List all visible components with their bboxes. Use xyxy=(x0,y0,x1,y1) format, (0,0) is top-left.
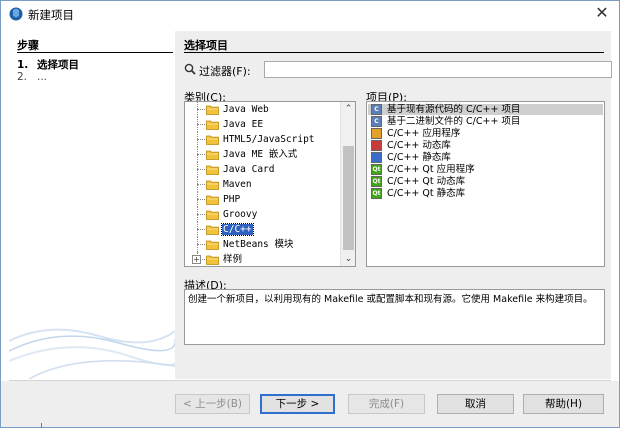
categories-tree[interactable]: Java Web Java EE HTML5/JavaScript Java ME 嵌… xyxy=(184,101,356,267)
qt-static-lib-icon: Qt xyxy=(371,188,382,199)
project-label: C/C++ 应用程序 xyxy=(387,128,461,139)
finish-button[interactable]: 完成(F) xyxy=(348,394,425,414)
project-item[interactable]: C/C++ 应用程序 xyxy=(368,128,603,139)
category-item[interactable]: Java EE xyxy=(185,117,340,132)
category-label: PHP xyxy=(223,194,241,205)
category-item[interactable]: Maven xyxy=(185,177,340,192)
step-label: ... xyxy=(37,71,48,83)
project-item[interactable]: C 基于现有源代码的 C/C++ 项目 xyxy=(368,104,603,115)
category-label: Groovy xyxy=(223,209,258,220)
category-item[interactable]: Java ME 嵌入式 xyxy=(185,147,340,162)
category-item[interactable]: Java Card xyxy=(185,162,340,177)
project-label: C/C++ 静态库 xyxy=(387,152,451,163)
category-label: Maven xyxy=(223,179,252,190)
project-item[interactable]: Qt C/C++ Qt 静态库 xyxy=(368,188,603,199)
project-label: C/C++ Qt 静态库 xyxy=(387,188,466,199)
folder-icon xyxy=(206,180,219,190)
category-label: Java ME 嵌入式 xyxy=(223,149,298,160)
project-label: 基于现有源代码的 C/C++ 项目 xyxy=(387,104,521,115)
category-label: C/C++ xyxy=(221,223,254,236)
project-label: C/C++ Qt 应用程序 xyxy=(387,164,475,175)
category-label: HTML5/JavaScript xyxy=(223,134,315,145)
cpp-source-icon: C xyxy=(371,104,382,115)
scrollbar-thumb[interactable] xyxy=(343,146,354,250)
category-item[interactable]: HTML5/JavaScript xyxy=(185,132,340,147)
chevron-down-icon: ⌄ xyxy=(344,254,353,264)
cpp-app-icon xyxy=(371,128,382,139)
previous-button[interactable]: < 上一步(B) xyxy=(175,394,250,414)
cpp-binary-icon: C xyxy=(371,116,382,127)
filter-label: 过滤器(F): xyxy=(199,65,251,78)
category-item[interactable]: NetBeans 模块 xyxy=(185,237,340,252)
project-label: C/C++ Qt 动态库 xyxy=(387,176,466,187)
help-button[interactable]: 帮助(H) xyxy=(523,394,604,414)
folder-icon xyxy=(206,135,219,145)
project-label: 基于二进制文件的 C/C++ 项目 xyxy=(387,116,521,127)
search-icon xyxy=(184,63,196,75)
project-item[interactable]: C 基于二进制文件的 C/C++ 项目 xyxy=(368,116,603,127)
category-label: Java EE xyxy=(223,119,264,130)
filter-input[interactable] xyxy=(264,61,612,78)
categories-list: Java Web Java EE HTML5/JavaScript Java ME 嵌… xyxy=(185,102,340,266)
scroll-up-arrow[interactable]: ⌃ xyxy=(341,102,355,116)
project-item[interactable]: C/C++ 动态库 xyxy=(368,140,603,151)
steps-panel: 步骤 1. 选择项目 2.... xyxy=(9,31,175,379)
step-number: 2. xyxy=(17,71,28,83)
folder-icon xyxy=(206,150,219,160)
window-title: 新建项目 xyxy=(28,8,74,22)
expand-icon[interactable]: + xyxy=(192,255,201,264)
folder-icon xyxy=(206,120,219,130)
page-title: 选择项目 xyxy=(184,39,228,52)
project-item[interactable]: Qt C/C++ Qt 动态库 xyxy=(368,176,603,187)
divider xyxy=(17,52,173,53)
folder-icon xyxy=(206,240,219,250)
close-icon: ✕ xyxy=(595,3,609,22)
project-item[interactable]: Qt C/C++ Qt 应用程序 xyxy=(368,164,603,175)
category-label: Java Web xyxy=(223,104,269,115)
folder-icon xyxy=(206,165,219,175)
projects-list[interactable]: C 基于现有源代码的 C/C++ 项目 C 基于二进制文件的 C/C++ 项目 C/C+… xyxy=(366,101,605,267)
category-label: Java Card xyxy=(223,164,275,175)
category-item[interactable]: C/C++ xyxy=(185,222,340,237)
main-panel: 选择项目 过滤器(F): 类别(C): 项目(P): Java Web Java … xyxy=(175,31,612,379)
decorative-wave-graphic xyxy=(9,328,175,379)
folder-icon xyxy=(206,195,219,205)
chevron-up-icon: ⌃ xyxy=(344,104,353,114)
description-text: 创建一个新项目，以利用现有的 Makefile 或配置脚本和现有源。它使用 Ma… xyxy=(184,289,605,345)
category-item[interactable]: PHP xyxy=(185,192,340,207)
project-item[interactable]: C/C++ 静态库 xyxy=(368,152,603,163)
netbeans-logo-icon xyxy=(9,7,23,21)
categories-scrollbar[interactable]: ⌃ ⌄ xyxy=(340,102,355,266)
new-project-dialog: 新建项目 ✕ 步骤 1. 选择项目 2.... 选择项目 过滤器(F): 类别(C… xyxy=(0,0,620,428)
qt-dynamic-lib-icon: Qt xyxy=(371,176,382,187)
folder-icon xyxy=(206,225,219,235)
folder-icon xyxy=(206,105,219,115)
next-button[interactable]: 下一步 > xyxy=(260,394,335,414)
category-item[interactable]: + 样例 xyxy=(185,252,340,266)
button-bar: < 上一步(B) 下一步 > 完成(F) 取消 帮助(H) xyxy=(1,381,619,427)
scroll-down-arrow[interactable]: ⌄ xyxy=(341,252,355,266)
step-label: 选择项目 xyxy=(37,59,79,71)
filter-row: 过滤器(F): xyxy=(184,61,612,79)
cancel-button[interactable]: 取消 xyxy=(437,394,514,414)
steps-heading: 步骤 xyxy=(17,39,39,52)
project-label: C/C++ 动态库 xyxy=(387,140,451,151)
step-item-2: 2.... xyxy=(17,72,79,83)
divider xyxy=(41,423,42,428)
qt-app-icon: Qt xyxy=(371,164,382,175)
category-label: 样例 xyxy=(223,254,243,265)
cpp-static-lib-icon xyxy=(371,152,382,163)
steps-list: 1. 选择项目 2.... xyxy=(17,59,79,83)
category-item[interactable]: Groovy xyxy=(185,207,340,222)
category-label: NetBeans 模块 xyxy=(223,239,294,250)
title-bar: 新建项目 ✕ xyxy=(1,1,619,27)
category-item[interactable]: Java Web xyxy=(185,102,340,117)
close-button[interactable]: ✕ xyxy=(585,1,619,27)
divider xyxy=(184,52,604,53)
cpp-dynamic-lib-icon xyxy=(371,140,382,151)
folder-icon xyxy=(206,210,219,220)
folder-icon xyxy=(206,255,219,265)
